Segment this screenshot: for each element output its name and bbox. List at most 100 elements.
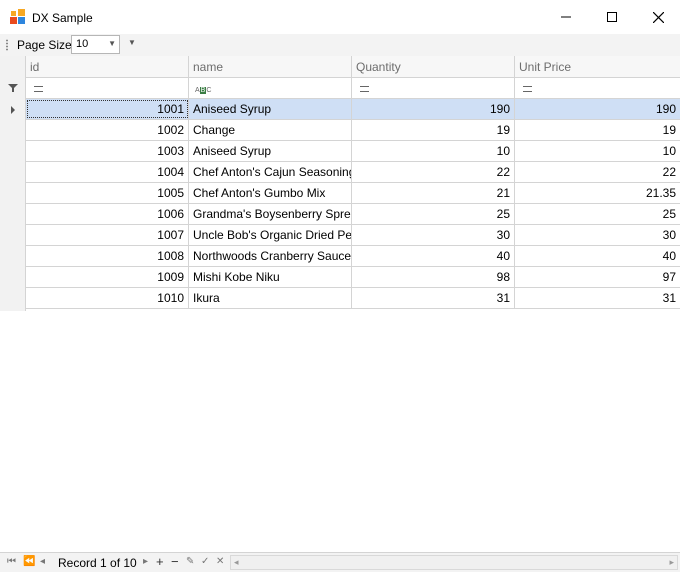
page-size-select[interactable]: 10 ▼: [71, 35, 120, 54]
table-row[interactable]: 1002 Change 19 19: [26, 120, 680, 141]
cell-id[interactable]: 1009: [26, 267, 189, 287]
scroll-left-icon[interactable]: ◂: [234, 557, 239, 568]
close-icon: [652, 11, 664, 23]
table-row[interactable]: 1007 Uncle Bob's Organic Dried Pears 30 30: [26, 225, 680, 246]
close-button[interactable]: [635, 0, 680, 34]
cell-quantity[interactable]: 30: [352, 225, 515, 245]
column-header-unit-price[interactable]: Unit Price: [515, 56, 680, 78]
cell-name[interactable]: Uncle Bob's Organic Dried Pears: [189, 225, 352, 245]
page-size-label: Page Size: [17, 38, 72, 52]
column-header-name[interactable]: name: [189, 56, 352, 78]
cell-name[interactable]: Mishi Kobe Niku: [189, 267, 352, 287]
cell-unit-price[interactable]: 21.35: [515, 183, 680, 203]
filter-cell-quantity[interactable]: [352, 78, 515, 99]
cell-unit-price[interactable]: 25: [515, 204, 680, 224]
cell-name[interactable]: Grandma's Boysenberry Spread: [189, 204, 352, 224]
toolbar-grip-icon[interactable]: [6, 39, 8, 51]
column-header-id[interactable]: id: [26, 56, 189, 78]
cell-unit-price[interactable]: 30: [515, 225, 680, 245]
filter-funnel-stem: [12, 88, 14, 92]
current-row-arrow-icon: [11, 106, 15, 114]
column-header-label: Unit Price: [519, 60, 572, 74]
cell-quantity[interactable]: 22: [352, 162, 515, 182]
cancel-edit-icon[interactable]: ✕: [216, 556, 224, 567]
equals-icon: [523, 86, 532, 92]
app-logo-icon: [10, 9, 26, 25]
cell-quantity[interactable]: 31: [352, 288, 515, 308]
column-header-label: id: [30, 60, 40, 74]
filter-cell-id[interactable]: [26, 78, 189, 99]
cell-unit-price[interactable]: 22: [515, 162, 680, 182]
data-grid[interactable]: id name Quantity Unit Price ABC 1001 Anis…: [0, 56, 680, 552]
table-row[interactable]: 1004 Chef Anton's Cajun Seasoning 22 22: [26, 162, 680, 183]
maximize-button[interactable]: [589, 0, 635, 34]
cell-id[interactable]: 1006: [26, 204, 189, 224]
auto-filter-row: ABC: [26, 78, 680, 99]
cell-id[interactable]: 1001: [26, 99, 189, 119]
chevron-down-icon: ▼: [108, 39, 116, 48]
append-record-icon[interactable]: +: [156, 554, 164, 569]
cell-quantity[interactable]: 21: [352, 183, 515, 203]
toolbar-customize-icon[interactable]: ▼: [128, 38, 136, 47]
cell-quantity[interactable]: 10: [352, 141, 515, 161]
table-row[interactable]: 1009 Mishi Kobe Niku 98 97: [26, 267, 680, 288]
equals-icon: [360, 86, 369, 92]
column-header-quantity[interactable]: Quantity: [352, 56, 515, 78]
horizontal-scrollbar[interactable]: ◂ ▸: [230, 555, 678, 570]
table-row[interactable]: 1001 Aniseed Syrup 190 190: [26, 99, 680, 120]
table-row[interactable]: 1006 Grandma's Boysenberry Spread 25 25: [26, 204, 680, 225]
toolbar: Page Size 10 ▼ ▼: [0, 34, 680, 56]
cell-id[interactable]: 1007: [26, 225, 189, 245]
maximize-icon: [607, 12, 617, 22]
table-row[interactable]: 1005 Chef Anton's Gumbo Mix 21 21.35: [26, 183, 680, 204]
cell-id[interactable]: 1004: [26, 162, 189, 182]
scroll-right-icon[interactable]: ▸: [669, 557, 674, 568]
column-header-label: name: [193, 60, 224, 74]
first-record-icon[interactable]: ⏮: [7, 556, 16, 567]
cell-unit-price[interactable]: 97: [515, 267, 680, 287]
abc-text-icon: ABC: [195, 87, 212, 94]
cell-unit-price[interactable]: 10: [515, 141, 680, 161]
cell-name[interactable]: Change: [189, 120, 352, 140]
cell-name[interactable]: Aniseed Syrup: [189, 99, 352, 119]
cell-unit-price[interactable]: 19: [515, 120, 680, 140]
cell-name[interactable]: Aniseed Syrup: [189, 141, 352, 161]
page-size-value: 10: [76, 38, 89, 50]
remove-record-icon[interactable]: −: [171, 554, 179, 569]
cell-unit-price[interactable]: 31: [515, 288, 680, 308]
cell-id[interactable]: 1010: [26, 288, 189, 308]
minimize-icon: [561, 16, 571, 18]
end-edit-icon[interactable]: ✓: [201, 556, 209, 567]
cell-name[interactable]: Chef Anton's Gumbo Mix: [189, 183, 352, 203]
table-row[interactable]: 1010 Ikura 31 31: [26, 288, 680, 309]
title-bar: DX Sample: [0, 0, 680, 34]
column-header-label: Quantity: [356, 60, 401, 74]
column-header-row: id name Quantity Unit Price: [26, 56, 680, 78]
prev-page-icon[interactable]: ⏪: [23, 556, 35, 567]
cell-unit-price[interactable]: 190: [515, 99, 680, 119]
cell-quantity[interactable]: 25: [352, 204, 515, 224]
filter-cell-name[interactable]: ABC: [189, 78, 352, 99]
data-navigator: ⏮ ⏪ ◂ Record 1 of 10 ▸ + − ✎ ✓ ✕ ◂ ▸: [0, 552, 680, 572]
table-row[interactable]: 1008 Northwoods Cranberry Sauce 40 40: [26, 246, 680, 267]
table-row[interactable]: 1003 Aniseed Syrup 10 10: [26, 141, 680, 162]
cell-id[interactable]: 1003: [26, 141, 189, 161]
cell-quantity[interactable]: 19: [352, 120, 515, 140]
cell-name[interactable]: Ikura: [189, 288, 352, 308]
cell-unit-price[interactable]: 40: [515, 246, 680, 266]
prev-record-icon[interactable]: ◂: [40, 556, 45, 567]
minimize-button[interactable]: [543, 0, 589, 34]
filter-cell-unit-price[interactable]: [515, 78, 680, 99]
cell-name[interactable]: Chef Anton's Cajun Seasoning: [189, 162, 352, 182]
record-position-text: Record 1 of 10: [58, 556, 137, 570]
cell-quantity[interactable]: 40: [352, 246, 515, 266]
edit-record-icon[interactable]: ✎: [186, 556, 194, 567]
cell-quantity[interactable]: 190: [352, 99, 515, 119]
cell-quantity[interactable]: 98: [352, 267, 515, 287]
next-record-icon[interactable]: ▸: [143, 556, 148, 567]
cell-id[interactable]: 1005: [26, 183, 189, 203]
cell-id[interactable]: 1002: [26, 120, 189, 140]
cell-id[interactable]: 1008: [26, 246, 189, 266]
cell-name[interactable]: Northwoods Cranberry Sauce: [189, 246, 352, 266]
window-title: DX Sample: [32, 11, 93, 25]
